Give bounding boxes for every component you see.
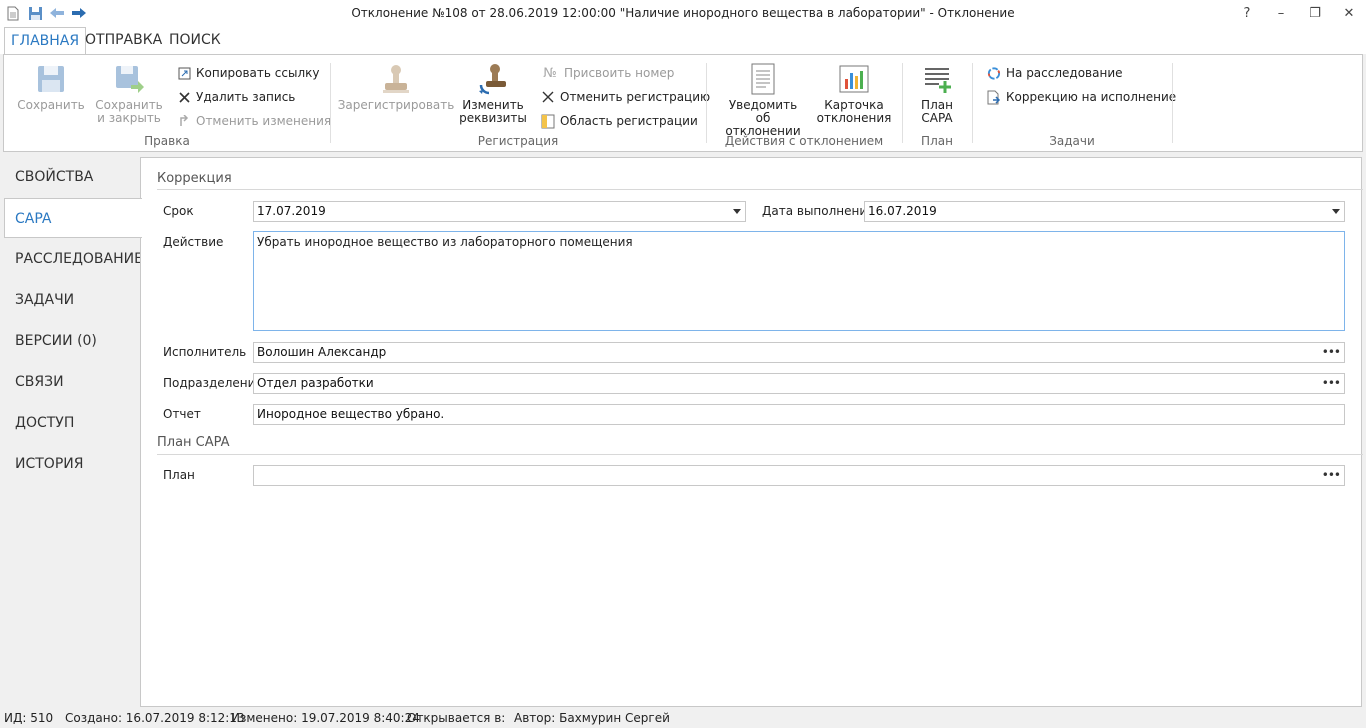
nav-item-access[interactable]: ДОСТУП: [5, 403, 141, 443]
department-label: Подразделение: [163, 376, 263, 390]
section-title-correction: Коррекция: [157, 171, 232, 186]
status-created: Создано: 16.07.2019 8:12:13: [65, 711, 245, 725]
report-label: Отчет: [163, 407, 201, 421]
ribbon-separator: [706, 63, 707, 143]
undo-changes-button[interactable]: Отменить изменения: [177, 112, 331, 130]
bar-chart-icon: [839, 65, 869, 93]
register-button[interactable]: Зарегистрировать: [338, 63, 454, 112]
deadline-value: 17.07.2019: [257, 204, 326, 218]
ribbon-separator: [330, 63, 331, 143]
status-bar: ИД: 510 Создано: 16.07.2019 8:12:13 Изме…: [0, 707, 1366, 728]
ribbon-separator: [1172, 63, 1173, 143]
chevron-down-icon[interactable]: [1332, 209, 1340, 214]
nav-item-investigation[interactable]: РАССЛЕДОВАНИЕ: [5, 239, 143, 279]
capa-plan-button[interactable]: План CAPA: [914, 63, 960, 125]
registration-area-button[interactable]: Область регистрации: [541, 112, 698, 130]
correction-button[interactable]: Коррекцию на исполнение: [987, 88, 1176, 106]
executor-field[interactable]: Волошин Александр •••: [253, 342, 1345, 363]
title-bar: Отклонение №108 от 28.06.2019 12:00:00 "…: [0, 0, 1366, 27]
to-investigation-button[interactable]: На расследование: [987, 64, 1123, 82]
done-date-value: 16.07.2019: [868, 204, 937, 218]
action-label: Действие: [163, 235, 224, 249]
status-changed: Изменено: 19.07.2019 8:40:24: [231, 711, 420, 725]
report-value: Инородное вещество убрано.: [257, 407, 445, 421]
section-title-capa-plan: План CAPA: [157, 435, 230, 450]
action-textarea[interactable]: Убрать инородное вещество из лабораторно…: [253, 231, 1345, 331]
ribbon-tabs: ГЛАВНАЯ ОТПРАВКА ПОИСК: [0, 27, 1366, 55]
document-arrow-icon: [987, 90, 1001, 104]
deviation-card-button[interactable]: Карточка отклонения: [817, 63, 891, 125]
assign-number-button[interactable]: № Присвоить номер: [541, 64, 674, 82]
save-icon: [38, 66, 64, 92]
left-navigation: СВОЙСТВА CAPA РАССЛЕДОВАНИЕ ЗАДАЧИ ВЕРСИ…: [0, 157, 143, 707]
window-controls: ? – ❐ ✕: [1230, 0, 1366, 27]
group-label-plan: План: [921, 134, 953, 148]
done-date-dropdown[interactable]: 16.07.2019: [864, 201, 1345, 222]
executor-value: Волошин Александр: [257, 345, 387, 359]
change-details-button[interactable]: Изменить реквизиты: [459, 63, 527, 125]
group-label-tasks: Задачи: [1049, 134, 1095, 148]
report-field[interactable]: Инородное вещество убрано.: [253, 404, 1345, 425]
plan-label: План: [163, 468, 195, 482]
panel-icon: [541, 114, 555, 128]
ribbon: Сохранить Сохранить и закрыть Копировать…: [3, 54, 1363, 152]
list-add-icon: [925, 68, 951, 93]
nav-item-properties[interactable]: СВОЙСТВА: [5, 157, 141, 197]
chevron-down-icon[interactable]: [733, 209, 741, 214]
help-button[interactable]: ?: [1230, 0, 1264, 27]
executor-label: Исполнитель: [163, 345, 247, 359]
save-and-close-button[interactable]: Сохранить и закрыть: [95, 63, 163, 125]
status-id: ИД: 510: [4, 711, 54, 725]
group-label-actions: Действия с отклонением: [724, 134, 884, 148]
minimize-button[interactable]: –: [1264, 0, 1298, 27]
stamp-icon: [383, 65, 409, 93]
ribbon-separator: [902, 63, 903, 143]
done-date-label: Дата выполнения: [762, 204, 875, 218]
undo-icon: [177, 114, 191, 128]
ribbon-separator: [972, 63, 973, 143]
save-close-icon: [116, 66, 144, 93]
copy-link-button[interactable]: Копировать ссылку: [177, 64, 319, 82]
nav-item-history[interactable]: ИСТОРИЯ: [5, 444, 141, 484]
close-x-icon: [177, 90, 191, 104]
nav-item-versions[interactable]: ВЕРСИИ (0): [5, 321, 141, 361]
refresh-icon: [987, 66, 1001, 80]
delete-record-button[interactable]: Удалить запись: [177, 88, 295, 106]
nav-item-links[interactable]: СВЯЗИ: [5, 362, 141, 402]
close-button[interactable]: ✕: [1332, 0, 1366, 27]
ellipsis-icon[interactable]: •••: [1322, 466, 1341, 485]
tab-main[interactable]: ГЛАВНАЯ: [4, 27, 87, 55]
status-author: Автор: Бахмурин Сергей: [514, 711, 670, 725]
deadline-dropdown[interactable]: 17.07.2019: [253, 201, 746, 222]
status-opens-in: Открывается в:: [407, 711, 506, 725]
notify-button[interactable]: Уведомить об отклонении: [720, 63, 806, 138]
number-sign-icon: №: [543, 65, 557, 81]
section-divider: [157, 454, 1363, 455]
department-field[interactable]: Отдел разработки •••: [253, 373, 1345, 394]
group-label-registration: Регистрация: [477, 134, 559, 148]
main-panel: Коррекция Срок 17.07.2019 Дата выполнени…: [140, 157, 1363, 707]
ellipsis-icon[interactable]: •••: [1322, 374, 1341, 393]
window-title: Отклонение №108 от 28.06.2019 12:00:00 "…: [351, 6, 1015, 20]
nav-item-capa[interactable]: CAPA: [4, 198, 142, 238]
link-icon: [177, 66, 191, 80]
stamp-refresh-icon: [479, 64, 506, 95]
restore-button[interactable]: ❐: [1298, 0, 1332, 27]
cancel-registration-button[interactable]: Отменить регистрацию: [541, 88, 710, 106]
tab-search[interactable]: ПОИСК: [163, 27, 227, 54]
document-lines-icon: [751, 63, 775, 95]
deadline-label: Срок: [163, 204, 194, 218]
group-label-pravka: Правка: [144, 134, 190, 148]
section-divider: [157, 189, 1363, 190]
save-button[interactable]: Сохранить: [17, 63, 85, 112]
plan-field[interactable]: •••: [253, 465, 1345, 486]
ellipsis-icon[interactable]: •••: [1322, 343, 1341, 362]
department-value: Отдел разработки: [257, 376, 374, 390]
nav-item-tasks[interactable]: ЗАДАЧИ: [5, 280, 141, 320]
close-x-icon: [541, 90, 555, 104]
tab-send[interactable]: ОТПРАВКА: [79, 27, 168, 54]
